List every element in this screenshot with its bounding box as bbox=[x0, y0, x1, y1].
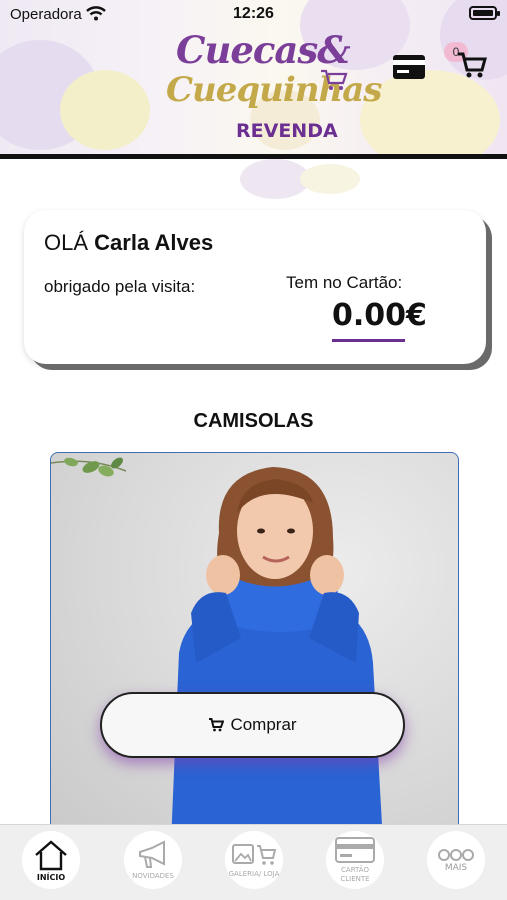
bottom-tab-bar: INÍCIO NOVIDADES GALERIA/ LOJA CARTÃO CL… bbox=[0, 824, 507, 900]
header-decoration bbox=[60, 70, 150, 150]
tab-label: INÍCIO bbox=[36, 872, 66, 882]
card-balance-amount: 0.00€ bbox=[332, 298, 427, 333]
home-icon bbox=[35, 839, 67, 870]
user-name: Carla Alves bbox=[94, 230, 214, 255]
cart-icon[interactable] bbox=[456, 50, 488, 80]
tab-inicio[interactable]: INÍCIO bbox=[22, 831, 80, 889]
tab-novidades[interactable]: NOVIDADES bbox=[124, 831, 182, 889]
buy-button-label: Comprar bbox=[230, 715, 297, 734]
credit-card-icon[interactable] bbox=[392, 54, 426, 80]
logo-line1: Cuecas& bbox=[176, 28, 351, 72]
megaphone-icon bbox=[139, 839, 165, 868]
tab-galeria-loja[interactable]: GALERIA/ LOJA bbox=[225, 831, 283, 889]
logo-line2: Cuequinhas bbox=[166, 70, 382, 110]
tab-label: MAIS bbox=[444, 862, 468, 873]
logo-line3: REVENDA bbox=[236, 120, 338, 142]
tab-label: CARTÃO CLIENTE bbox=[340, 866, 370, 883]
product-image[interactable] bbox=[50, 452, 459, 842]
greeting-prefix: OLÁ bbox=[44, 230, 89, 255]
status-bar: Operadora 12:26 bbox=[0, 0, 507, 28]
tab-label: GALERIA/ LOJA bbox=[228, 869, 280, 878]
battery-icon bbox=[469, 6, 500, 20]
more-icon bbox=[438, 848, 474, 861]
card-balance-label: Tem no Cartão: bbox=[286, 273, 403, 292]
logo-cart-icon bbox=[321, 69, 348, 90]
balance-underline bbox=[332, 339, 405, 342]
greeting-text: OLÁ Carla Alves bbox=[44, 230, 213, 256]
greeting-card: OLÁ Carla Alves obrigado pela visita: Te… bbox=[24, 210, 486, 364]
gallery-cart-icon bbox=[232, 843, 277, 865]
buy-button[interactable]: Comprar bbox=[100, 692, 405, 758]
tab-label: NOVIDADES bbox=[132, 871, 174, 880]
tab-mais[interactable]: MAIS bbox=[427, 831, 485, 889]
clock: 12:26 bbox=[233, 5, 274, 22]
brand-logo: Cuecas& Cuequinhas REVENDA bbox=[162, 28, 382, 146]
section-title: CAMISOLAS bbox=[193, 410, 314, 432]
thanks-text: obrigado pela visita: bbox=[44, 277, 196, 296]
model-photo bbox=[171, 467, 383, 841]
tab-cartao-cliente[interactable]: CARTÃO CLIENTE bbox=[326, 831, 384, 889]
card-icon bbox=[335, 837, 375, 863]
cart-icon bbox=[209, 718, 225, 732]
